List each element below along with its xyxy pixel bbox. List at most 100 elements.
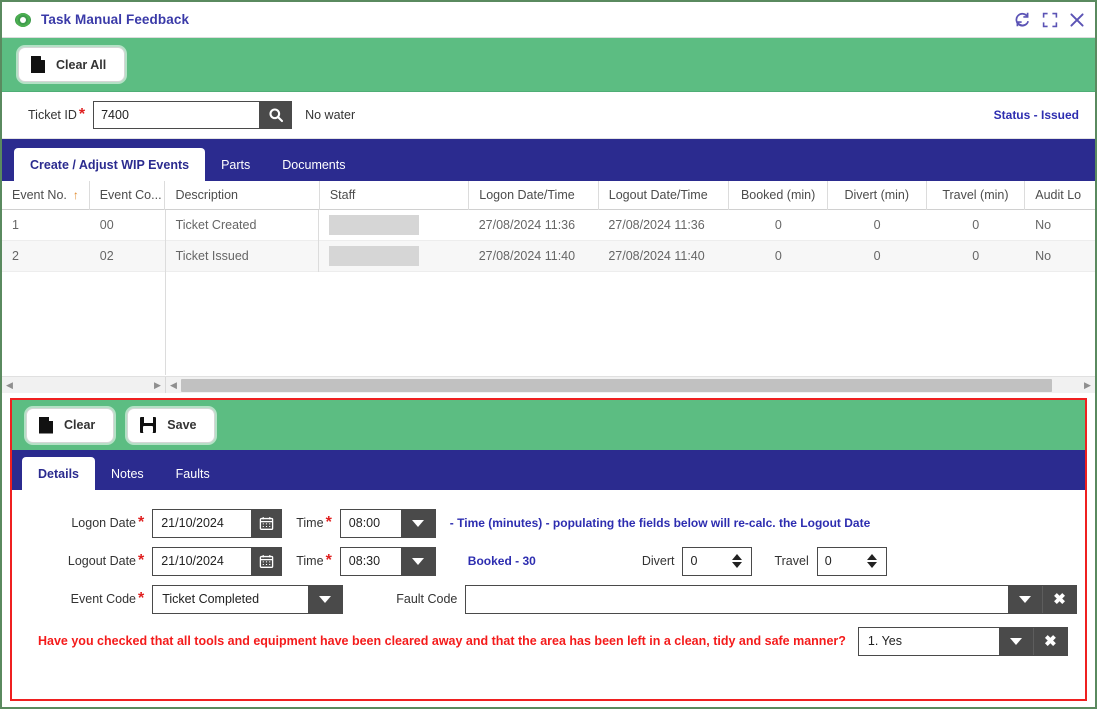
logout-time-field[interactable] bbox=[339, 546, 436, 576]
sort-ascending-icon: ↑ bbox=[72, 188, 79, 202]
cell-travel-min: 0 bbox=[972, 218, 980, 232]
column-header-logout-datetime[interactable]: Logout Date/Time bbox=[599, 180, 730, 210]
recalc-hint: - Time (minutes) - populating the fields… bbox=[449, 516, 871, 530]
ticket-id-label: Ticket ID bbox=[28, 108, 77, 122]
clear-safety-answer-icon[interactable]: ✖ bbox=[1032, 627, 1067, 655]
scroll-left-icon[interactable]: ◀ bbox=[2, 380, 17, 390]
scroll-thumb[interactable] bbox=[181, 378, 1052, 392]
logon-date-row: Logon Date * 21/10/2024 Time * 08:00 - T… bbox=[12, 504, 1085, 542]
grid-scrollbars: ◀ ▶ ◀ ▶ bbox=[2, 376, 1095, 393]
window-title: Task Manual Feedback bbox=[41, 12, 190, 27]
logon-time-field[interactable] bbox=[339, 508, 436, 538]
main-horizontal-scrollbar[interactable]: ◀ ▶ bbox=[166, 377, 1095, 393]
tab-label: Parts bbox=[221, 157, 251, 172]
clear-button[interactable]: Clear bbox=[26, 407, 115, 443]
divert-label: Divert bbox=[641, 554, 675, 568]
chevron-down-icon[interactable] bbox=[998, 627, 1033, 655]
logon-date-field[interactable] bbox=[152, 508, 283, 538]
ticket-id-required-mark: * bbox=[78, 106, 86, 123]
logon-time-label: Time bbox=[296, 516, 324, 530]
clear-all-button[interactable]: Clear All bbox=[18, 47, 126, 82]
tab-parts[interactable]: Parts bbox=[205, 148, 266, 181]
cell-event-code: 00 bbox=[99, 218, 114, 232]
event-code-select[interactable]: Ticket Completed bbox=[152, 584, 344, 614]
column-header-logon-datetime[interactable]: Logon Date/Time bbox=[469, 180, 599, 210]
column-header-description[interactable]: Description bbox=[165, 180, 320, 210]
scroll-right-icon[interactable]: ▶ bbox=[150, 380, 165, 390]
fault-code-select[interactable]: ✖ bbox=[465, 584, 1077, 614]
close-icon[interactable] bbox=[1069, 12, 1085, 28]
column-header-travel-min[interactable]: Travel (min) bbox=[927, 180, 1026, 210]
logout-date-field[interactable] bbox=[152, 546, 283, 576]
tab-label: Details bbox=[38, 466, 79, 481]
calendar-icon[interactable] bbox=[251, 547, 282, 575]
tab-details[interactable]: Details bbox=[22, 457, 95, 490]
scroll-track[interactable] bbox=[17, 377, 150, 394]
column-header-divert-min[interactable]: Divert (min) bbox=[828, 180, 927, 210]
logout-date-input[interactable] bbox=[153, 547, 252, 575]
column-header-audit-log[interactable]: Audit Lo bbox=[1025, 181, 1095, 210]
column-label: Audit Lo bbox=[1035, 188, 1082, 202]
tab-create-adjust-wip-events[interactable]: Create / Adjust WIP Events bbox=[14, 148, 206, 181]
tab-notes[interactable]: Notes bbox=[95, 457, 160, 490]
cell-description: Ticket Issued bbox=[164, 240, 320, 272]
event-code-label: Event Code bbox=[70, 592, 136, 606]
travel-stepper[interactable] bbox=[816, 546, 887, 576]
column-header-staff[interactable]: Staff bbox=[320, 180, 470, 210]
fault-code-label: Fault Code bbox=[396, 592, 458, 606]
detail-tab-strip: Details Notes Faults bbox=[12, 450, 1085, 490]
tab-documents[interactable]: Documents bbox=[266, 148, 361, 181]
tab-faults[interactable]: Faults bbox=[160, 457, 226, 490]
event-fault-code-row: Event Code * Ticket Completed Fault Code… bbox=[12, 580, 1085, 618]
cell-staff bbox=[319, 241, 469, 272]
safety-answer-select[interactable]: 1. Yes ✖ bbox=[857, 626, 1068, 656]
logon-date-input[interactable] bbox=[153, 509, 252, 537]
column-header-event-no[interactable]: Event No. ↑ bbox=[2, 180, 90, 210]
divert-stepper[interactable] bbox=[682, 546, 753, 576]
booked-minutes-label: Booked - 30 bbox=[467, 554, 536, 568]
app-gear-icon bbox=[14, 11, 32, 29]
chevron-down-icon[interactable] bbox=[400, 547, 435, 575]
column-label: Divert (min) bbox=[844, 188, 910, 202]
top-action-bar: Clear All bbox=[2, 38, 1095, 92]
cell-event-no: 1 bbox=[12, 218, 19, 232]
scroll-left-icon[interactable]: ◀ bbox=[166, 380, 181, 390]
logon-date-label: Logon Date bbox=[71, 516, 136, 530]
clear-all-label: Clear All bbox=[56, 57, 107, 72]
calendar-icon[interactable] bbox=[251, 509, 282, 537]
search-icon[interactable] bbox=[260, 101, 293, 129]
chevron-down-icon[interactable] bbox=[308, 585, 343, 613]
stepper-arrows-icon[interactable] bbox=[860, 554, 884, 568]
travel-input[interactable] bbox=[817, 547, 860, 575]
stepper-arrows-icon[interactable] bbox=[725, 554, 749, 568]
ticket-id-input[interactable] bbox=[93, 101, 261, 129]
main-tab-strip: Create / Adjust WIP Events Parts Documen… bbox=[2, 139, 1095, 181]
clear-fault-code-icon[interactable]: ✖ bbox=[1042, 585, 1076, 613]
document-icon bbox=[31, 56, 45, 73]
clear-label: Clear bbox=[64, 418, 96, 432]
frozen-horizontal-scrollbar[interactable]: ◀ ▶ bbox=[2, 377, 166, 393]
divert-input[interactable] bbox=[683, 547, 726, 575]
logon-time-input[interactable] bbox=[340, 509, 401, 537]
app-window: Task Manual Feedback Clear All Ticket ID… bbox=[0, 0, 1097, 709]
chevron-down-icon[interactable] bbox=[400, 509, 435, 537]
refresh-icon[interactable] bbox=[1014, 11, 1031, 28]
safety-answer-value: 1. Yes bbox=[867, 634, 902, 648]
logon-date-required-mark: * bbox=[138, 514, 145, 531]
safety-question-text: Have you checked that all tools and equi… bbox=[38, 634, 846, 648]
frozen-column-divider bbox=[165, 210, 166, 375]
scroll-track[interactable] bbox=[181, 377, 1080, 394]
column-label: Event Co... bbox=[99, 188, 162, 202]
event-code-value: Ticket Completed bbox=[162, 592, 260, 606]
logout-time-input[interactable] bbox=[340, 547, 401, 575]
column-header-booked-min[interactable]: Booked (min) bbox=[729, 180, 828, 210]
save-button[interactable]: Save bbox=[127, 407, 216, 443]
document-icon bbox=[39, 416, 53, 434]
column-header-event-code[interactable]: Event Co... bbox=[90, 180, 166, 210]
redacted-staff-value bbox=[329, 246, 420, 266]
scroll-right-icon[interactable]: ▶ bbox=[1080, 380, 1095, 390]
chevron-down-icon[interactable] bbox=[1008, 585, 1042, 613]
cell-booked-min: 0 bbox=[774, 218, 782, 232]
expand-icon[interactable] bbox=[1042, 12, 1058, 28]
column-label: Logon Date/Time bbox=[479, 188, 575, 202]
